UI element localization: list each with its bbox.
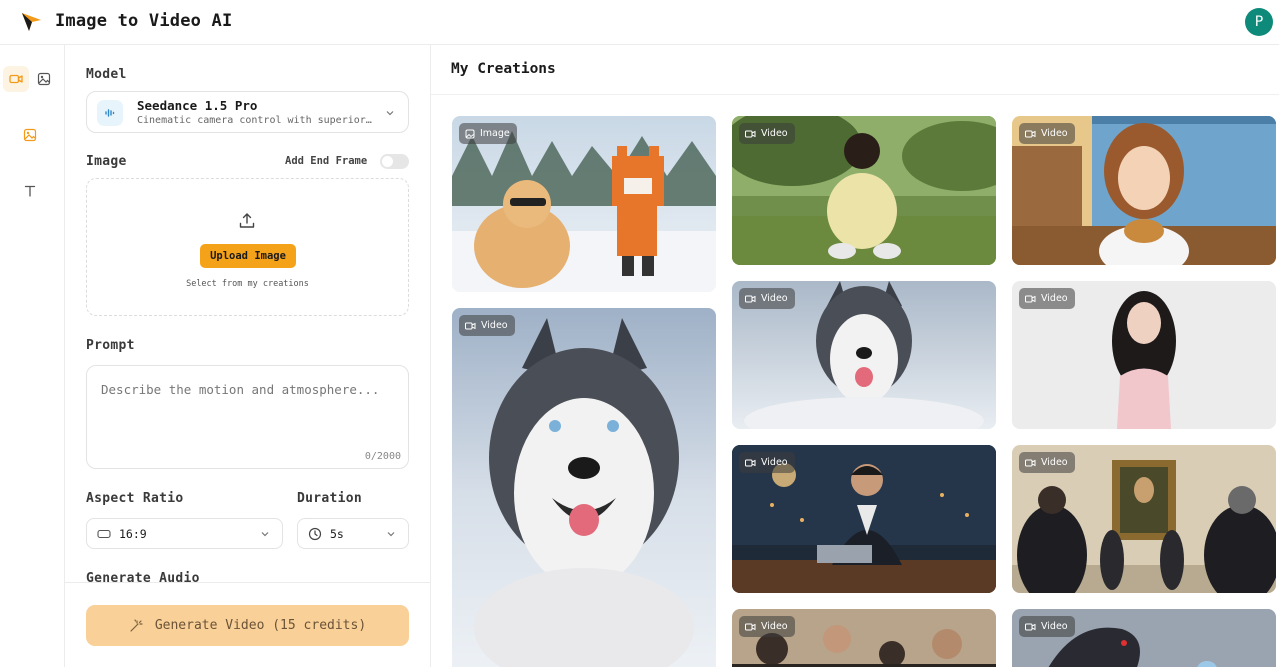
aspect-ratio-label: Aspect Ratio <box>86 491 184 506</box>
aspect-ratio-select[interactable]: 16:9 <box>86 518 283 549</box>
creation-card[interactable]: Video <box>1012 445 1276 593</box>
clock-icon <box>308 527 322 541</box>
duration-value: 5s <box>330 527 344 541</box>
type-badge: Video <box>739 452 795 473</box>
add-end-frame-toggle[interactable] <box>380 154 409 169</box>
type-badge: Video <box>459 315 515 336</box>
image-dropzone[interactable]: Upload Image Select from my creations <box>86 178 409 316</box>
video-camera-icon <box>1025 295 1036 302</box>
duration-select[interactable]: 5s <box>297 518 409 549</box>
video-camera-icon <box>465 322 476 329</box>
creation-card[interactable]: Image <box>452 116 716 292</box>
prompt-char-counter: 0/2000 <box>364 451 401 462</box>
app-header: Image to Video AI P <box>0 0 1279 45</box>
video-camera-icon <box>9 74 23 84</box>
type-badge: Image <box>459 123 517 144</box>
model-description: Cinematic camera control with superior m… <box>137 115 372 126</box>
video-camera-icon <box>745 623 756 630</box>
prompt-textarea[interactable]: Describe the motion and atmosphere... 0/… <box>86 365 409 469</box>
video-camera-icon <box>745 295 756 302</box>
aspect-ratio-icon <box>97 529 111 539</box>
type-badge-label: Video <box>481 320 508 331</box>
creation-card[interactable]: Video <box>732 445 996 593</box>
model-select[interactable]: Seedance 1.5 Pro Cinematic camera contro… <box>86 91 409 133</box>
type-badge-label: Video <box>1041 621 1068 632</box>
type-badge: Video <box>739 288 795 309</box>
upload-icon <box>239 213 255 228</box>
type-badge-label: Video <box>761 457 788 468</box>
type-badge-label: Video <box>1041 128 1068 139</box>
model-name: Seedance 1.5 Pro <box>137 98 258 113</box>
video-camera-icon <box>745 459 756 466</box>
chevron-down-icon <box>386 111 394 116</box>
type-badge: Video <box>1019 288 1075 309</box>
type-badge: Video <box>1019 452 1075 473</box>
type-badge-label: Video <box>761 621 788 632</box>
image-icon <box>23 128 37 142</box>
type-badge-label: Image <box>480 128 510 139</box>
creations-area: My Creations Image Video Video Video Vid… <box>431 45 1279 667</box>
creation-card[interactable]: Video <box>452 308 716 667</box>
image-label: Image <box>86 154 127 169</box>
duration-label: Duration <box>297 491 363 506</box>
creation-card[interactable]: Video <box>1012 116 1276 265</box>
rail-text-button[interactable] <box>17 178 43 204</box>
panel-footer: Generate Video (15 credits) <box>65 582 430 667</box>
divider <box>431 94 1279 95</box>
chevron-down-icon <box>261 532 269 537</box>
rail-image-alt-button[interactable] <box>17 122 43 148</box>
type-badge-label: Video <box>1041 457 1068 468</box>
logo-icon[interactable] <box>20 11 42 33</box>
video-camera-icon <box>1025 459 1036 466</box>
video-camera-icon <box>745 130 756 137</box>
prompt-placeholder: Describe the motion and atmosphere... <box>101 382 380 397</box>
creation-card[interactable]: Video <box>1012 281 1276 429</box>
type-badge: Video <box>1019 123 1075 144</box>
image-icon <box>465 129 475 138</box>
aspect-ratio-value: 16:9 <box>119 527 147 541</box>
creation-card[interactable]: Video <box>732 609 996 667</box>
generate-video-button[interactable]: Generate Video (15 credits) <box>86 605 409 646</box>
tool-rail <box>0 45 65 667</box>
prompt-label: Prompt <box>86 338 135 353</box>
image-icon <box>37 72 51 86</box>
video-camera-icon <box>1025 130 1036 137</box>
type-badge: Video <box>739 123 795 144</box>
upload-image-button[interactable]: Upload Image <box>200 244 296 268</box>
rail-image-button[interactable] <box>31 66 57 92</box>
creation-card[interactable]: Video <box>1012 609 1276 667</box>
type-badge-label: Video <box>761 293 788 304</box>
select-from-creations-link[interactable]: Select from my creations <box>87 279 408 289</box>
audio-wave-icon <box>97 100 123 126</box>
type-badge: Video <box>739 616 795 637</box>
video-camera-icon <box>1025 623 1036 630</box>
text-icon <box>24 185 36 197</box>
type-badge-label: Video <box>761 128 788 139</box>
settings-panel: Model Seedance 1.5 Pro Cinematic camera … <box>65 45 431 667</box>
creation-card[interactable]: Video <box>732 281 996 429</box>
model-label: Model <box>86 67 127 82</box>
type-badge-label: Video <box>1041 293 1068 304</box>
app-title: Image to Video AI <box>55 11 233 31</box>
generate-video-label: Generate Video (15 credits) <box>154 618 367 633</box>
creation-card[interactable]: Video <box>732 116 996 265</box>
type-badge: Video <box>1019 616 1075 637</box>
add-end-frame-label: Add End Frame <box>285 155 368 167</box>
husky-running-thumbnail <box>452 308 716 667</box>
chevron-down-icon <box>387 532 395 537</box>
magic-wand-icon <box>130 618 143 632</box>
rail-video-button[interactable] <box>3 66 29 92</box>
page-title: My Creations <box>451 61 556 77</box>
avatar[interactable]: P <box>1245 8 1273 36</box>
